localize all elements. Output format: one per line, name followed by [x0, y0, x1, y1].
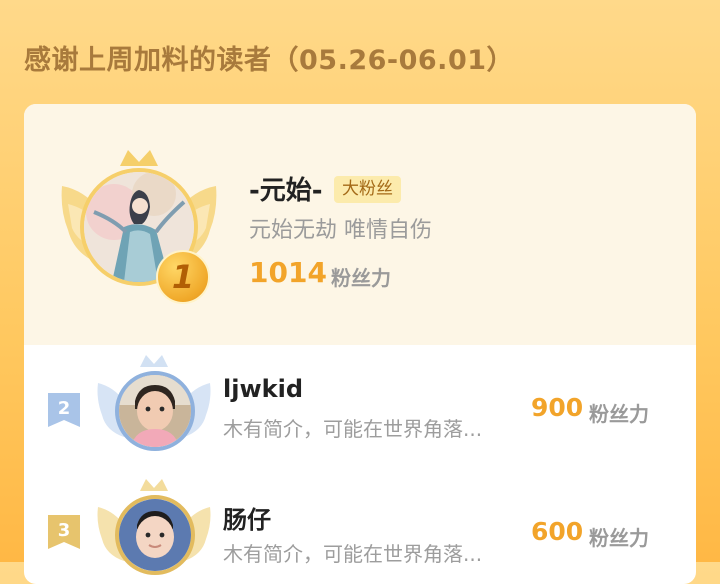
avatar-frame — [94, 477, 214, 584]
reader-name[interactable]: -元始- — [249, 170, 323, 207]
crown-icon — [140, 479, 168, 491]
crown-icon — [140, 355, 168, 367]
avatar[interactable] — [115, 495, 195, 575]
reader-bio: 元始无劫 唯情自伤 — [249, 218, 432, 243]
rank-badge-icon: 2 — [48, 393, 80, 427]
rank-badge-icon: 1 — [156, 250, 210, 304]
page-title: 感谢上周加料的读者（05.26-06.01） — [24, 45, 515, 76]
fan-power-value: 900 — [531, 393, 584, 422]
avatar-frame — [94, 353, 214, 461]
crown-icon — [120, 150, 158, 166]
fan-power-value: 1014 — [249, 256, 327, 289]
fan-power-unit: 粉丝力 — [589, 526, 649, 550]
fan-power-unit: 粉丝力 — [331, 266, 391, 290]
fan-power-value: 600 — [531, 517, 584, 546]
reader-bio: 木有简介，可能在世界角落... — [223, 542, 483, 566]
reader-bio: 木有简介，可能在世界角落... — [223, 417, 483, 441]
top-reader[interactable]: 1 -元始- 大粉丝 元始无劫 唯情自伤 1014 粉丝力 — [24, 104, 696, 345]
reader-name[interactable]: 肠仔 — [223, 500, 271, 535]
rank-badge-icon: 3 — [48, 515, 80, 549]
fan-power-unit: 粉丝力 — [589, 402, 649, 426]
list-item[interactable]: 3 肠仔 木有简介，可能在世界角落... 600 粉丝力 — [24, 475, 696, 584]
leaderboard-card: 1 -元始- 大粉丝 元始无劫 唯情自伤 1014 粉丝力 2 ljwkid 木… — [24, 104, 696, 584]
avatar[interactable] — [115, 371, 195, 451]
list-item[interactable]: 2 ljwkid 木有简介，可能在世界角落... 900 粉丝力 — [24, 345, 696, 475]
reader-name[interactable]: ljwkid — [223, 375, 303, 403]
fan-level-badge: 大粉丝 — [334, 176, 401, 203]
